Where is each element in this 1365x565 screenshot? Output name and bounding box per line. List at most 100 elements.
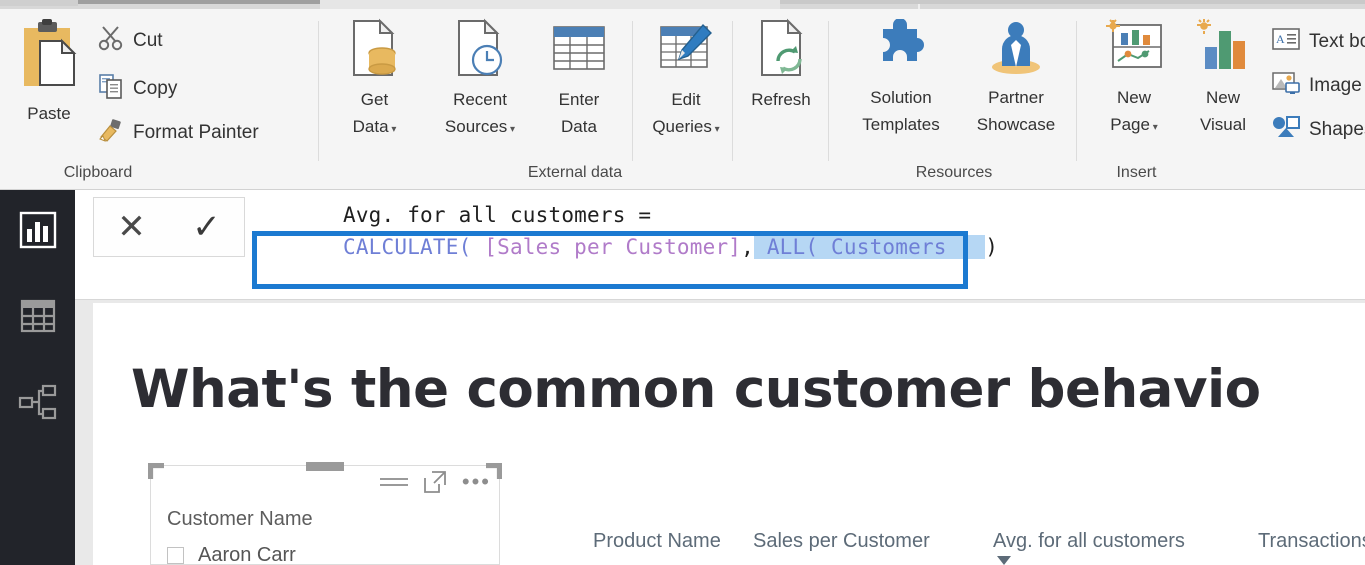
group-divider: [828, 21, 829, 161]
ribbon: Paste Cut Copy Format Painter Clipboard …: [0, 9, 1365, 190]
get-data-text: Get Data: [352, 90, 389, 136]
selection-handle-top-middle[interactable]: [306, 462, 344, 471]
chevron-down-icon[interactable]: ▾: [712, 124, 720, 135]
get-data-label: Get Data ▾: [332, 86, 417, 143]
refresh-icon: [750, 18, 812, 85]
new-page-icon: [1101, 19, 1167, 83]
new-page-text: New Page: [1110, 88, 1151, 134]
sidebar-item-report-view[interactable]: [18, 210, 58, 250]
solution-templates-label: Solution Templates: [862, 88, 940, 134]
ribbon-group-clipboard: Paste Cut Copy Format Painter Clipboard: [0, 9, 320, 190]
format-painter-icon: [98, 117, 124, 148]
image-icon: [1272, 71, 1300, 100]
image-button[interactable]: Image: [1272, 71, 1362, 100]
close-paren-token: ): [985, 235, 999, 259]
new-visual-button[interactable]: New Visual: [1183, 19, 1263, 138]
slicer-item-label: Aaron Carr: [198, 544, 296, 565]
ribbon-tab-partial-3[interactable]: [320, 0, 780, 9]
new-page-label: New Page ▾: [1090, 84, 1178, 141]
scissors-icon: [98, 25, 124, 56]
filter-icon[interactable]: [379, 473, 408, 491]
enter-data-button[interactable]: Enter Data: [538, 17, 620, 140]
group-divider: [318, 21, 319, 161]
formula-bar: ✕ ✓ Avg. for all customers = CALCULATE( …: [75, 190, 1365, 300]
dax-function-token: CALCULATE(: [343, 235, 472, 259]
solution-templates-button[interactable]: Solution Templates: [846, 18, 956, 138]
paste-clipboard-icon: [18, 19, 80, 99]
image-label: Image: [1309, 74, 1362, 96]
ribbon-tab-partial-2[interactable]: [78, 0, 320, 4]
cut-button[interactable]: Cut: [98, 25, 163, 56]
sidebar-item-data-view[interactable]: [18, 296, 58, 336]
text-box-button[interactable]: A Text box: [1272, 27, 1365, 56]
slicer-visual[interactable]: ••• Customer Name Aaron Carr: [148, 462, 502, 565]
formula-line-2: CALCULATE( [Sales per Customer], ALL( Cu…: [265, 230, 1355, 264]
edit-queries-button[interactable]: Edit Queries ▾: [642, 17, 730, 143]
dax-measure-token: [Sales per Customer]: [484, 235, 742, 259]
shapes-button[interactable]: Shapes: [1272, 115, 1365, 144]
checkbox-icon[interactable]: [167, 547, 184, 564]
person-icon: [984, 22, 1048, 83]
ribbon-group-resources: Solution Templates Partner Showcase Reso…: [830, 9, 1078, 190]
get-data-button[interactable]: Get Data ▾: [332, 17, 417, 143]
format-painter-button[interactable]: Format Painter: [98, 117, 259, 148]
chevron-down-icon[interactable]: ▾: [507, 124, 515, 135]
text-box-icon: A: [1272, 27, 1300, 56]
copy-label: Copy: [133, 77, 178, 99]
visual-header: •••: [379, 471, 491, 493]
view-switcher-sidebar: [0, 190, 75, 565]
new-visual-icon: [1190, 19, 1256, 83]
more-options-icon[interactable]: •••: [462, 471, 491, 493]
report-page[interactable]: What's the common customer behavio ••• C…: [93, 303, 1365, 565]
ribbon-tab-partial-1[interactable]: [0, 0, 78, 6]
selected-formula-fragment[interactable]: ALL( Customers ): [754, 235, 986, 259]
partner-showcase-label: Partner Showcase: [976, 88, 1056, 134]
format-painter-label: Format Painter: [133, 121, 259, 143]
puzzle-piece-icon: [869, 18, 933, 83]
paste-label: Paste: [27, 104, 71, 123]
group-divider: [732, 21, 733, 161]
partner-showcase-button[interactable]: Partner Showcase: [963, 19, 1069, 138]
check-mark-icon[interactable]: ✓: [192, 210, 221, 244]
paste-button[interactable]: Paste: [10, 19, 88, 127]
edit-queries-label: Edit Queries ▾: [642, 86, 730, 143]
power-bi-desktop-window: Paste Cut Copy Format Painter Clipboard …: [0, 0, 1365, 565]
selection-handle-top-left[interactable]: [148, 463, 164, 479]
table-column-header-transactions[interactable]: Transactions: [1258, 530, 1365, 553]
table-column-header-avg-for-all-customers[interactable]: Avg. for all customers: [993, 530, 1185, 553]
new-page-button[interactable]: New Page ▾: [1090, 19, 1178, 141]
group-divider: [1076, 21, 1077, 161]
get-data-icon: [344, 18, 406, 85]
refresh-button[interactable]: Refresh: [738, 17, 824, 113]
close-x-icon[interactable]: ✕: [117, 210, 146, 244]
enter-data-icon: [548, 26, 610, 85]
chevron-down-icon[interactable]: ▾: [1150, 122, 1158, 133]
focus-mode-icon[interactable]: [423, 471, 446, 493]
chevron-down-icon[interactable]: ▾: [389, 124, 396, 135]
recent-sources-text: Recent Sources: [444, 90, 508, 136]
table-column-header-sales-per-customer[interactable]: Sales per Customer: [753, 530, 930, 553]
formula-editor[interactable]: Avg. for all customers = CALCULATE( [Sal…: [265, 200, 1355, 264]
recent-sources-icon: [449, 18, 511, 85]
ribbon-tab-partial-4[interactable]: [780, 0, 1365, 4]
edit-queries-text: Edit Queries: [652, 90, 712, 136]
comma-token: ,: [741, 235, 754, 259]
slicer-list-item[interactable]: Aaron Carr: [167, 544, 296, 565]
recent-sources-button[interactable]: Recent Sources ▾: [430, 17, 530, 143]
svg-text:A: A: [1276, 32, 1285, 46]
group-divider: [632, 21, 633, 161]
shapes-icon: [1272, 115, 1300, 144]
edit-queries-icon: [655, 23, 717, 85]
report-canvas-area: What's the common customer behavio ••• C…: [75, 300, 1365, 565]
table-column-header-product-name[interactable]: Product Name: [593, 530, 721, 553]
page-title: What's the common customer behavio: [131, 359, 1261, 420]
table-visual[interactable]: Product Name Sales per Customer Avg. for…: [593, 508, 1365, 565]
shapes-label: Shapes: [1309, 118, 1365, 140]
copy-button[interactable]: Copy: [98, 73, 177, 104]
cut-label: Cut: [133, 29, 163, 51]
clipboard-group-label: Clipboard: [63, 164, 133, 181]
sidebar-item-model-view[interactable]: [18, 382, 58, 422]
sort-descending-icon: [997, 556, 1011, 565]
copy-icon: [98, 73, 124, 104]
